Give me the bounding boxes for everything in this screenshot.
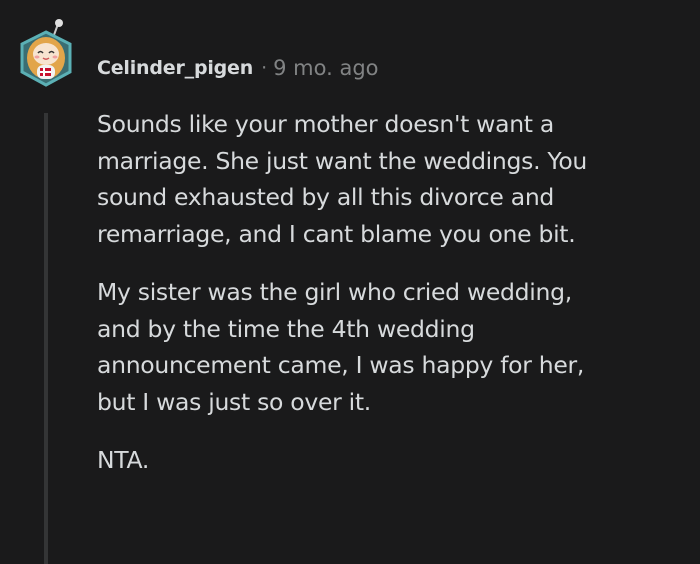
comment-timestamp[interactable]: 9 mo. ago <box>273 56 378 80</box>
snoo-avatar-icon <box>20 19 72 87</box>
user-avatar[interactable] <box>16 16 76 94</box>
text-line: and by the time the 4th wedding <box>97 314 475 343</box>
comment-body: Sounds like your mother doesn't want a m… <box>97 106 687 501</box>
username-link[interactable]: Celinder_pigen <box>97 57 253 79</box>
comment-paragraph: Sounds like your mother doesn't want a m… <box>97 106 687 252</box>
comment-paragraph: My sister was the girl who cried wedding… <box>97 274 687 420</box>
text-line: My sister was the girl who cried wedding… <box>97 278 572 306</box>
thread-collapse-line[interactable] <box>44 113 48 564</box>
text-line: sound exhausted by all this divorce and <box>97 183 555 211</box>
text-line: NTA. <box>97 446 150 474</box>
text-line: remarriage, and I cant blame you one bit… <box>97 219 576 248</box>
text-line: announcement came, I was happy for her, <box>97 351 585 379</box>
meta-separator: · <box>261 57 268 79</box>
text-line: but I was just so over it. <box>97 387 371 416</box>
comment-meta: Celinder_pigen · 9 mo. ago <box>97 53 379 83</box>
comment: Celinder_pigen · 9 mo. ago Sounds like y… <box>0 0 700 564</box>
text-line: marriage. She just want the weddings. Yo… <box>97 146 588 175</box>
text-line: Sounds like your mother doesn't want a <box>97 110 554 138</box>
comment-paragraph: NTA. <box>97 442 687 479</box>
